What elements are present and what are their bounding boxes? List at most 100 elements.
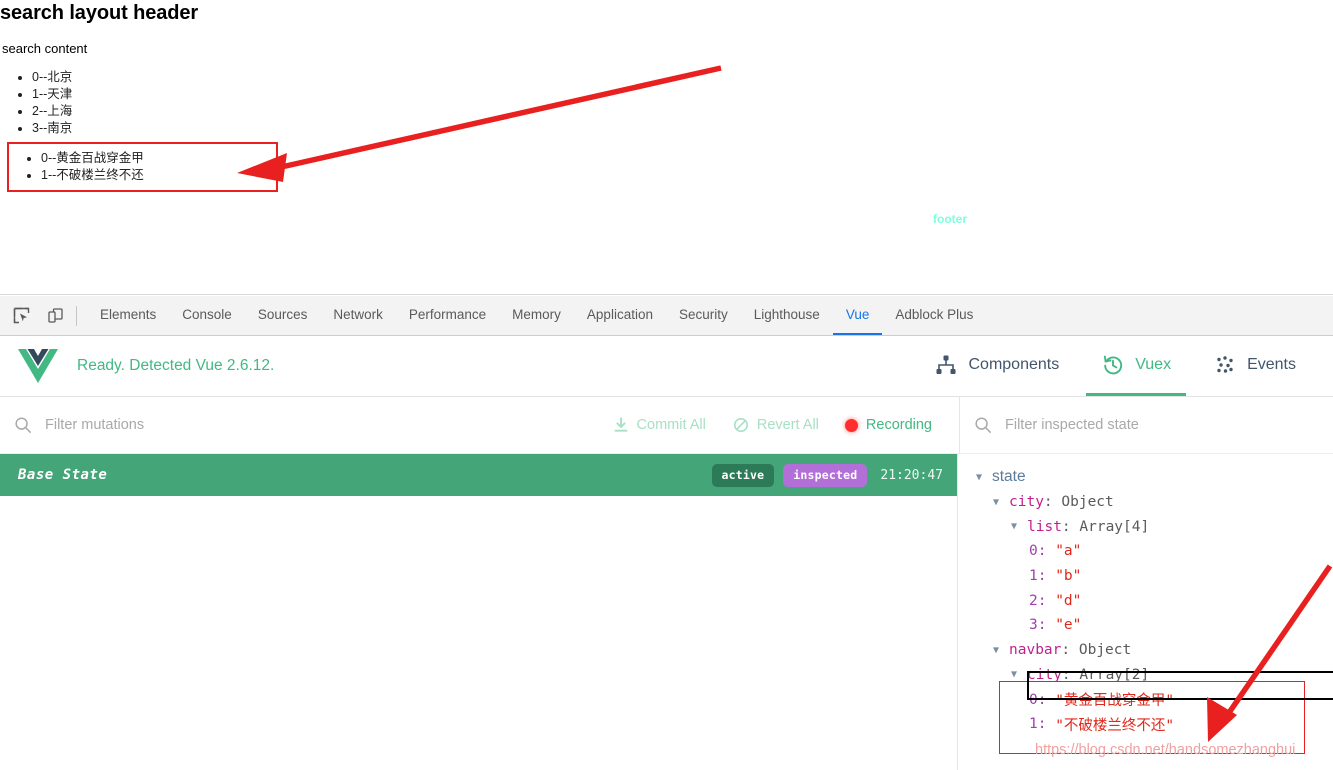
- tree-space: [1046, 593, 1055, 609]
- tab-elements[interactable]: Elements: [87, 296, 169, 335]
- tree-colon: :: [1043, 494, 1062, 511]
- commit-all-button[interactable]: Commit All: [612, 416, 706, 434]
- tree-key: list: [1027, 518, 1062, 535]
- revert-circle-slash-icon: [732, 416, 750, 434]
- tree-value: "不破楼兰终不还": [1055, 717, 1175, 734]
- page-title: search layout header: [0, 2, 199, 24]
- record-dot-icon: [844, 418, 858, 432]
- chevron-down-icon[interactable]: ▼: [1011, 669, 1021, 680]
- revert-all-button[interactable]: Revert All: [732, 416, 819, 434]
- navbar-list-highlight-box: 0--黄金百战穿金甲 1--不破楼兰终不还: [7, 142, 278, 192]
- tree-index: 2:: [1029, 592, 1047, 609]
- tree-index: 1:: [1029, 568, 1047, 585]
- recording-toggle[interactable]: Recording: [844, 417, 932, 433]
- list-item: 3--南京: [32, 120, 72, 137]
- chevron-down-icon[interactable]: ▼: [1011, 521, 1021, 532]
- list-item: 0--北京: [32, 69, 72, 86]
- page-bottom-divider: [0, 294, 1333, 295]
- vuex-toolbar-row: Commit All Revert All Recording: [0, 397, 1333, 454]
- tab-application[interactable]: Application: [574, 296, 666, 335]
- tab-performance[interactable]: Performance: [396, 296, 499, 335]
- tree-key: navbar: [1009, 642, 1062, 659]
- search-icon: [14, 416, 32, 434]
- vue-tab-vuex[interactable]: Vuex: [1086, 336, 1187, 396]
- vue-tab-label: Vuex: [1135, 355, 1172, 373]
- mutation-entry-label: Base State: [18, 467, 108, 483]
- tree-space: [1046, 543, 1055, 559]
- vue-tab-events[interactable]: Events: [1198, 336, 1311, 396]
- tree-row-list-item[interactable]: 3: "e": [959, 613, 1333, 638]
- tree-row-navbar-city[interactable]: ▼ city : Array[2]: [959, 663, 1333, 688]
- vue-tab-label: Components: [968, 355, 1060, 373]
- tab-security[interactable]: Security: [666, 296, 741, 335]
- tree-space: [1046, 716, 1055, 732]
- tree-value: "黄金百战穿金甲": [1055, 693, 1175, 710]
- revert-all-label: Revert All: [756, 417, 819, 433]
- chevron-down-icon[interactable]: ▼: [993, 497, 1003, 508]
- tree-colon: :: [1061, 666, 1080, 683]
- list-item: 0--黄金百战穿金甲: [41, 150, 144, 167]
- tree-space: [1046, 568, 1055, 584]
- vue-devtools-header: Ready. Detected Vue 2.6.12. Components V…: [0, 336, 1333, 397]
- device-toolbar-icon[interactable]: [42, 303, 68, 329]
- tab-vue[interactable]: Vue: [832, 296, 883, 335]
- tree-row-city[interactable]: ▼ city : Object: [959, 490, 1333, 515]
- mutations-toolbar: Commit All Revert All Recording: [0, 397, 958, 453]
- tree-row-list-item[interactable]: 0: "a": [959, 539, 1333, 564]
- filter-mutations-input[interactable]: [43, 413, 612, 437]
- state-root-label: state: [992, 468, 1026, 486]
- tree-index: 0:: [1029, 543, 1047, 560]
- toolbar-divider: [76, 305, 77, 326]
- commit-all-label: Commit All: [636, 417, 706, 433]
- tree-colon: :: [1061, 642, 1079, 659]
- tab-lighthouse[interactable]: Lighthouse: [741, 296, 833, 335]
- annotation-arrow-top: [237, 65, 722, 182]
- mutation-entry-base-state[interactable]: Base State active inspected 21:20:47: [0, 454, 957, 496]
- tree-row-navbar[interactable]: ▼ navbar : Object: [959, 638, 1333, 663]
- inspected-state-panel: ▼ state ▼ city : Object ▼ list : Array[4…: [959, 454, 1333, 770]
- inspect-element-icon[interactable]: [8, 303, 34, 329]
- vue-logo-icon: [18, 348, 58, 384]
- tree-value: "a": [1055, 543, 1082, 560]
- page-footer-label: footer: [933, 212, 967, 226]
- tree-row-list-item[interactable]: 1: "b": [959, 564, 1333, 589]
- vue-status-text: Ready. Detected Vue 2.6.12.: [77, 357, 275, 374]
- events-dots-icon: [1213, 353, 1237, 377]
- tree-row-navbar-city-item[interactable]: 1: "不破楼兰终不还": [959, 712, 1333, 737]
- mutations-panel: Base State active inspected 21:20:47: [0, 454, 958, 770]
- tab-sources[interactable]: Sources: [245, 296, 321, 335]
- tab-console[interactable]: Console: [169, 296, 245, 335]
- tree-key: city: [1027, 666, 1062, 683]
- tree-value: "d": [1055, 592, 1082, 609]
- vue-tab-components[interactable]: Components: [919, 336, 1074, 396]
- city-list: 0--北京 1--天津 2--上海 3--南京: [0, 69, 72, 137]
- tree-value: "e": [1055, 617, 1082, 634]
- tab-memory[interactable]: Memory: [499, 296, 574, 335]
- tree-colon: :: [1061, 518, 1080, 535]
- recording-label: Recording: [865, 417, 932, 433]
- components-tree-icon: [934, 353, 958, 377]
- mutation-timestamp: 21:20:47: [880, 467, 943, 483]
- vuex-history-icon: [1101, 353, 1125, 377]
- tree-type: Object: [1078, 642, 1132, 659]
- tree-index: 3:: [1029, 617, 1047, 634]
- tree-type: Array[2]: [1079, 666, 1150, 683]
- status-badge-inspected: inspected: [783, 463, 868, 487]
- tree-row-state-root[interactable]: ▼ state: [959, 465, 1333, 490]
- tree-row-list[interactable]: ▼ list : Array[4]: [959, 514, 1333, 539]
- tab-network[interactable]: Network: [320, 296, 396, 335]
- chevron-down-icon[interactable]: ▼: [976, 472, 986, 483]
- tree-row-list-item[interactable]: 2: "d": [959, 588, 1333, 613]
- tree-type: Object: [1061, 494, 1114, 511]
- status-badge-active: active: [711, 463, 775, 487]
- vue-tab-label: Events: [1247, 355, 1296, 373]
- web-page-viewport: search layout header search content 0--北…: [0, 0, 1333, 296]
- tree-space: [1046, 617, 1055, 633]
- chevron-down-icon[interactable]: ▼: [993, 645, 1003, 656]
- navbar-list: 0--黄金百战穿金甲 1--不破楼兰终不还: [9, 150, 144, 184]
- list-item: 1--天津: [32, 86, 72, 103]
- filter-inspected-state-input[interactable]: [1003, 413, 1333, 437]
- tree-row-navbar-city-item[interactable]: 0: "黄金百战穿金甲": [959, 687, 1333, 712]
- devtools-tab-bar: Elements Console Sources Network Perform…: [0, 296, 1333, 336]
- tab-adblock-plus[interactable]: Adblock Plus: [882, 296, 986, 335]
